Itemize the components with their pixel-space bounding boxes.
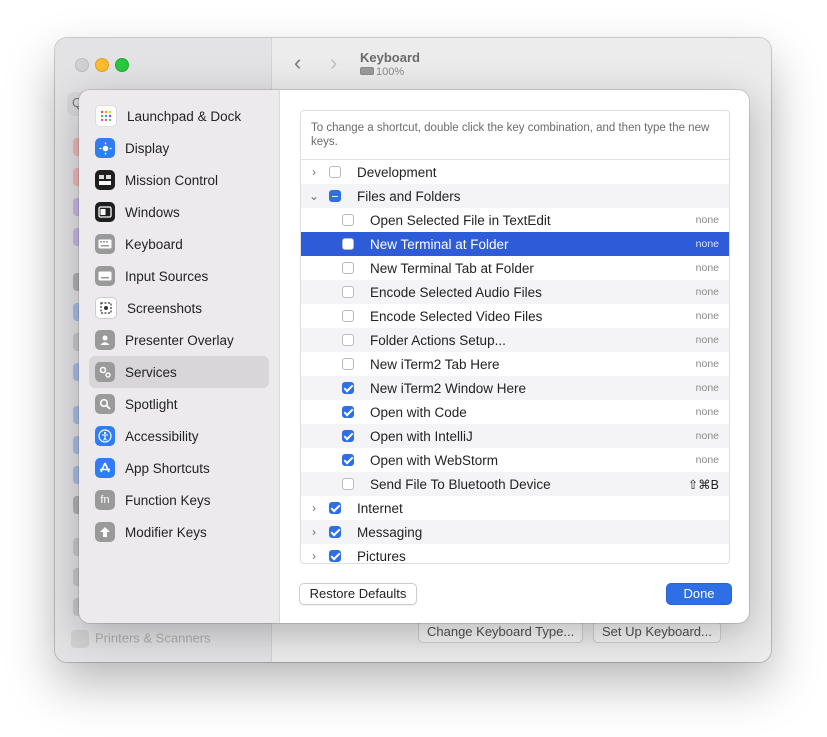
shortcut-key[interactable]: none (696, 238, 719, 250)
group-row-development[interactable]: › Development (301, 160, 729, 184)
checkbox[interactable] (342, 430, 354, 442)
done-button[interactable]: Done (666, 583, 732, 605)
shortcut-row[interactable]: Open with IntelliJ none (301, 424, 729, 448)
shortcut-row[interactable]: New Terminal Tab at Folder none (301, 256, 729, 280)
input-sources-icon (95, 266, 115, 286)
sidebar-item-accessibility[interactable]: Accessibility (89, 420, 269, 452)
sidebar-item-presenter-overlay[interactable]: Presenter Overlay (89, 324, 269, 356)
group-row-internet[interactable]: › Internet (301, 496, 729, 520)
sidebar-item-function-keys[interactable]: fn Function Keys (89, 484, 269, 516)
shortcut-row[interactable]: Encode Selected Video Files none (301, 304, 729, 328)
shortcuts-list[interactable]: To change a shortcut, double click the k… (300, 110, 730, 564)
group-row-messaging[interactable]: › Messaging (301, 520, 729, 544)
presenter-overlay-icon (95, 330, 115, 350)
shortcut-row[interactable]: New iTerm2 Tab Here none (301, 352, 729, 376)
shortcut-row[interactable]: Folder Actions Setup... none (301, 328, 729, 352)
sidebar-item-app-shortcuts[interactable]: App Shortcuts (89, 452, 269, 484)
checkbox[interactable] (342, 286, 354, 298)
keyboard-icon (95, 234, 115, 254)
change-keyboard-type-button[interactable]: Change Keyboard Type... (418, 621, 584, 643)
set-up-keyboard-button[interactable]: Set Up Keyboard... (593, 621, 721, 643)
keyboard-shortcuts-sheet: Launchpad & Dock Display Mission Control… (79, 90, 749, 623)
checkbox[interactable] (342, 310, 354, 322)
shortcut-row[interactable]: Open Selected File in TextEdit none (301, 208, 729, 232)
shortcut-key[interactable]: none (696, 454, 719, 466)
shortcut-key[interactable]: none (696, 358, 719, 370)
group-row-files-and-folders[interactable]: ⌄ Files and Folders (301, 184, 729, 208)
launchpad-icon (95, 105, 117, 127)
sidebar-item-spotlight[interactable]: Spotlight (89, 388, 269, 420)
display-icon (95, 138, 115, 158)
checkbox[interactable] (342, 406, 354, 418)
screenshots-icon (95, 297, 117, 319)
printer-icon (71, 630, 89, 648)
shortcut-row[interactable]: Encode Selected Audio Files none (301, 280, 729, 304)
checkbox[interactable] (342, 478, 354, 490)
sidebar-item-keyboard[interactable]: Keyboard (89, 228, 269, 260)
accessibility-icon (95, 426, 115, 446)
checkbox[interactable] (342, 214, 354, 226)
restore-defaults-button[interactable]: Restore Defaults (299, 583, 417, 605)
modifier-keys-icon (95, 522, 115, 542)
shortcut-key[interactable]: none (696, 334, 719, 346)
disclosure-chevron-icon[interactable]: › (308, 525, 320, 539)
back-arrow-icon[interactable]: ‹ (294, 50, 301, 76)
shortcut-key[interactable]: none (696, 310, 719, 322)
checkbox[interactable] (342, 382, 354, 394)
windows-icon (95, 202, 115, 222)
disclosure-chevron-icon[interactable]: › (308, 165, 320, 179)
spotlight-icon (95, 394, 115, 414)
function-keys-icon: fn (95, 490, 115, 510)
shortcut-key[interactable]: none (696, 286, 719, 298)
battery-icon (360, 67, 374, 75)
checkbox[interactable] (342, 262, 354, 274)
shortcut-row[interactable]: Open with WebStorm none (301, 448, 729, 472)
disclosure-chevron-icon[interactable]: › (308, 549, 320, 563)
checkbox[interactable] (342, 454, 354, 466)
instructions-text: To change a shortcut, double click the k… (301, 111, 729, 160)
checkbox[interactable] (342, 334, 354, 346)
sidebar-item-launchpad-dock[interactable]: Launchpad & Dock (89, 100, 269, 132)
sidebar-item-mission-control[interactable]: Mission Control (89, 164, 269, 196)
sidebar-item-input-sources[interactable]: Input Sources (89, 260, 269, 292)
shortcut-key[interactable]: none (696, 430, 719, 442)
mission-control-icon (95, 170, 115, 190)
checkbox[interactable] (329, 550, 341, 562)
shortcut-row-selected[interactable]: New Terminal at Folder none (301, 232, 729, 256)
window-title: Keyboard (360, 50, 420, 65)
shortcut-row[interactable]: Send File To Bluetooth Device ⇧⌘B (301, 472, 729, 496)
checkbox[interactable] (329, 190, 341, 202)
sidebar-item-screenshots[interactable]: Screenshots (89, 292, 269, 324)
shortcuts-sidebar: Launchpad & Dock Display Mission Control… (79, 90, 280, 623)
sidebar-item-printers[interactable]: Printers & Scanners (71, 630, 211, 648)
sidebar-item-modifier-keys[interactable]: Modifier Keys (89, 516, 269, 548)
close-button[interactable] (75, 58, 89, 72)
shortcut-key[interactable]: none (696, 214, 719, 226)
forward-arrow-icon[interactable]: › (330, 50, 337, 76)
shortcut-key[interactable]: none (696, 382, 719, 394)
disclosure-chevron-icon[interactable]: ⌄ (308, 189, 320, 203)
sidebar-item-windows[interactable]: Windows (89, 196, 269, 228)
shortcut-row[interactable]: Open with Code none (301, 400, 729, 424)
shortcut-row[interactable]: New iTerm2 Window Here none (301, 376, 729, 400)
services-icon (95, 362, 115, 382)
checkbox[interactable] (329, 526, 341, 538)
disclosure-chevron-icon[interactable]: › (308, 501, 320, 515)
sidebar-item-services[interactable]: Services (89, 356, 269, 388)
shortcut-key[interactable]: ⇧⌘B (688, 477, 719, 492)
checkbox[interactable] (342, 238, 354, 250)
sidebar-item-display[interactable]: Display (89, 132, 269, 164)
checkbox[interactable] (329, 502, 341, 514)
shortcut-key[interactable]: none (696, 406, 719, 418)
shortcut-key[interactable]: none (696, 262, 719, 274)
battery-status: 100% (360, 66, 404, 78)
checkbox[interactable] (329, 166, 341, 178)
checkbox[interactable] (342, 358, 354, 370)
zoom-button[interactable] (115, 58, 129, 72)
minimize-button[interactable] (95, 58, 109, 72)
app-shortcuts-icon (95, 458, 115, 478)
group-row-pictures[interactable]: › Pictures (301, 544, 729, 564)
